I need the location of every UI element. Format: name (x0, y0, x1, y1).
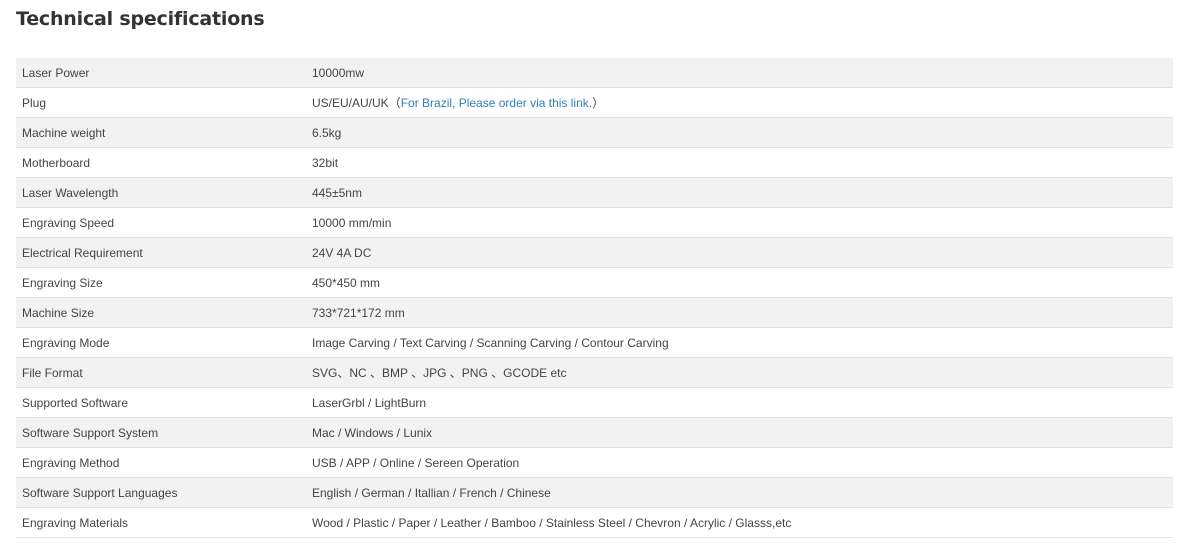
spec-value: 450*450 mm (306, 267, 1173, 298)
spec-value: SVG、NC 、BMP 、JPG 、PNG 、GCODE etc (306, 357, 1173, 388)
spec-value: Image Carving / Text Carving / Scanning … (306, 327, 1173, 358)
spec-row: Supported Software LaserGrbl / LightBurn (16, 387, 1173, 418)
spec-row: Laser Power 10000mw (16, 58, 1173, 88)
spec-value: USB / APP / Online / Sereen Operation (306, 447, 1173, 478)
spec-label: Engraving Size (16, 267, 306, 298)
spec-label: Laser Wavelength (16, 177, 306, 208)
spec-row: Engraving Method USB / APP / Online / Se… (16, 447, 1173, 478)
spec-label: Engraving Method (16, 447, 306, 478)
spec-label: File Format (16, 357, 306, 388)
spec-label: Machine Size (16, 297, 306, 328)
plug-types: US/EU/AU/UK (312, 96, 389, 110)
spec-value: English / German / Itallian / French / C… (306, 477, 1173, 508)
spec-label: Supported Software (16, 387, 306, 418)
spec-value: 32bit (306, 147, 1173, 178)
brazil-order-link[interactable]: For Brazil, Please order via this link. (401, 96, 592, 110)
spec-value: LaserGrbl / LightBurn (306, 387, 1173, 418)
spec-value: 24V 4A DC (306, 237, 1173, 268)
spec-value: 10000mw (306, 58, 1173, 88)
spec-label: Engraving Speed (16, 207, 306, 238)
spec-row: Software Support System Mac / Windows / … (16, 417, 1173, 448)
spec-row: File Format SVG、NC 、BMP 、JPG 、PNG 、GCODE… (16, 357, 1173, 388)
spec-row: Plug US/EU/AU/UK（For Brazil, Please orde… (16, 87, 1173, 118)
spec-row: Software Support Languages English / Ger… (16, 477, 1173, 508)
spec-label: Engraving Mode (16, 327, 306, 358)
spec-label: Software Support System (16, 417, 306, 448)
spec-label: Electrical Requirement (16, 237, 306, 268)
spec-row: Engraving Materials Wood / Plastic / Pap… (16, 507, 1173, 538)
spec-value: Wood / Plastic / Paper / Leather / Bambo… (306, 507, 1173, 538)
spec-label: Software Support Languages (16, 477, 306, 508)
spec-label: Plug (16, 87, 306, 118)
spec-row: Machine weight 6.5kg (16, 117, 1173, 148)
spec-table: Laser Power 10000mw Plug US/EU/AU/UK（For… (16, 58, 1173, 538)
spec-row: Engraving Speed 10000 mm/min (16, 207, 1173, 238)
spec-value: 6.5kg (306, 117, 1173, 148)
paren-open: （ (388, 96, 401, 110)
spec-row: Electrical Requirement 24V 4A DC (16, 237, 1173, 268)
spec-page: Technical specifications Laser Power 100… (0, 0, 1190, 556)
page-title: Technical specifications (16, 8, 265, 30)
spec-value: US/EU/AU/UK（For Brazil, Please order via… (306, 87, 1173, 118)
spec-row: Laser Wavelength 445±5nm (16, 177, 1173, 208)
spec-label: Machine weight (16, 117, 306, 148)
spec-row: Engraving Size 450*450 mm (16, 267, 1173, 298)
spec-label: Laser Power (16, 58, 306, 88)
spec-row: Motherboard 32bit (16, 147, 1173, 178)
spec-value: Mac / Windows / Lunix (306, 417, 1173, 448)
spec-label: Engraving Materials (16, 507, 306, 538)
spec-value: 10000 mm/min (306, 207, 1173, 238)
spec-row: Engraving Mode Image Carving / Text Carv… (16, 327, 1173, 358)
spec-value: 733*721*172 mm (306, 297, 1173, 328)
spec-row: Machine Size 733*721*172 mm (16, 297, 1173, 328)
spec-label: Motherboard (16, 147, 306, 178)
spec-value: 445±5nm (306, 177, 1173, 208)
paren-close: ） (592, 96, 605, 110)
